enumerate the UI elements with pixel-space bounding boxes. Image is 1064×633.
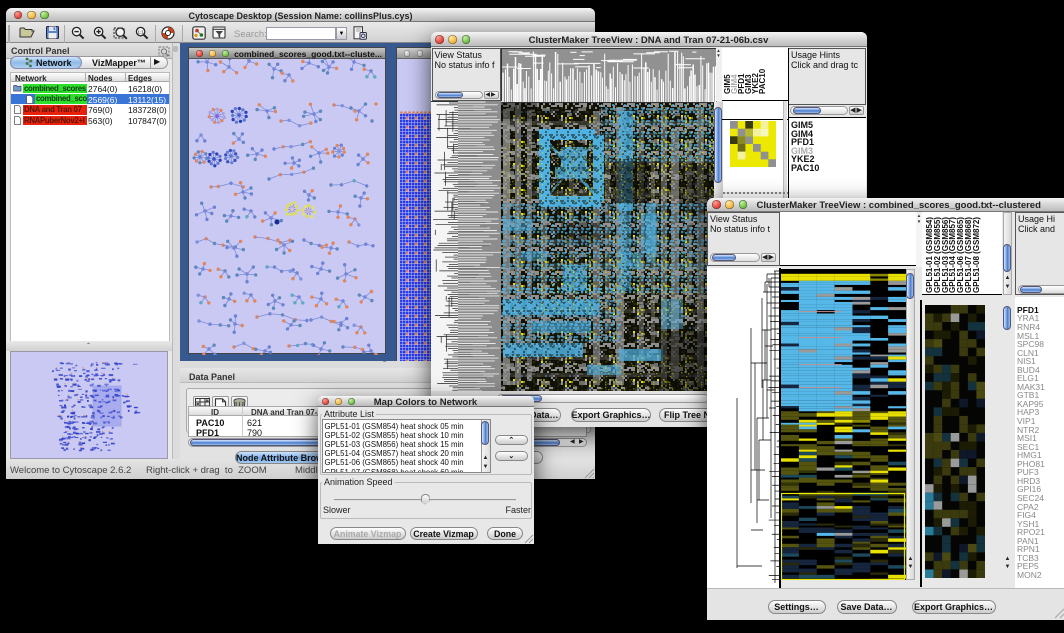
svg-text:1:1: 1:1 bbox=[137, 30, 144, 35]
